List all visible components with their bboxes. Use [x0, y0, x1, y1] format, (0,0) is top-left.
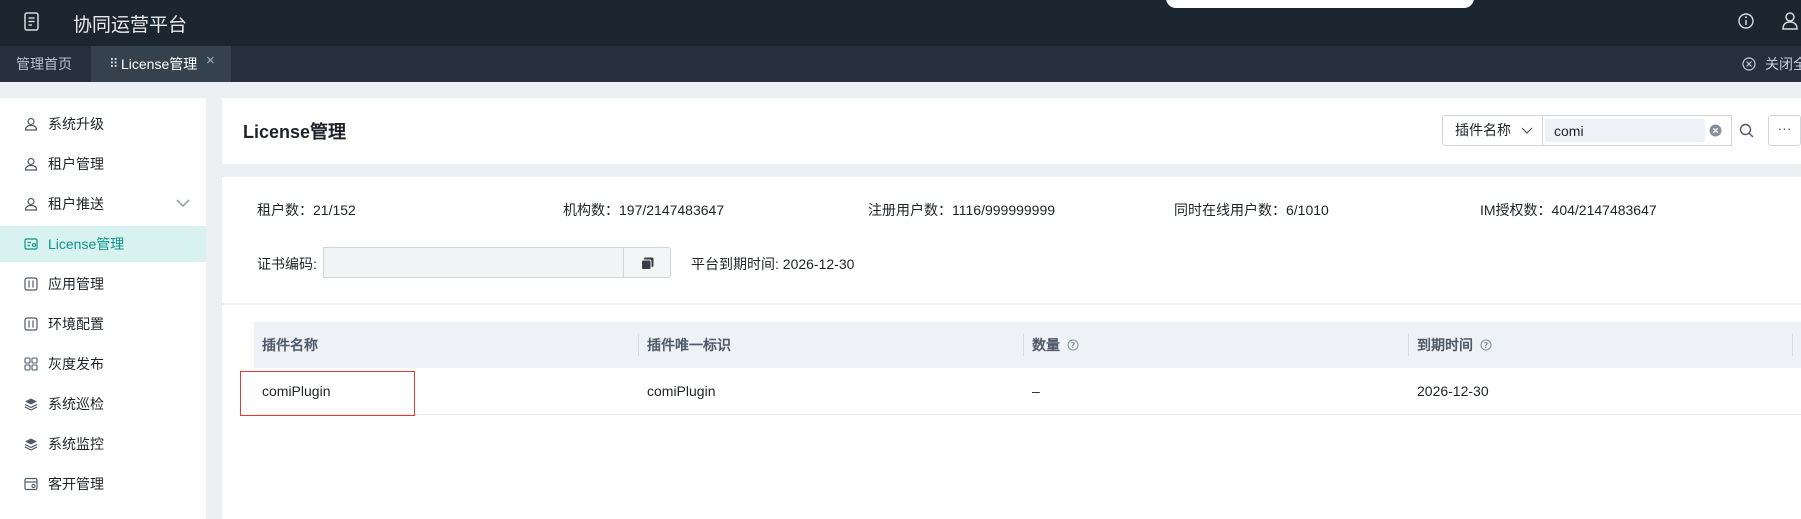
column-header-quantity: 数量 ?: [1024, 322, 1079, 368]
settings-window-icon: [24, 477, 38, 491]
stat-orgs: 机构数：197/2147483647: [563, 202, 725, 218]
app-title: 协同运营平台: [73, 15, 188, 36]
sidebar-item-label: License管理: [48, 236, 125, 252]
close-tab-icon[interactable]: ×: [206, 43, 215, 79]
sidebar-item-label: 系统巡检: [48, 396, 104, 412]
sidebar-item-label: 系统监控: [48, 436, 104, 452]
stat-concurrent-online: 同时在线用户数：6/1010: [1174, 202, 1329, 218]
chevron-down-icon[interactable]: [176, 198, 190, 208]
user-icon: [24, 117, 38, 131]
sidebar-item-label: 客开管理: [48, 476, 104, 492]
column-header-plugin-name: 插件名称: [262, 337, 318, 353]
plugin-table: 插件名称 插件唯一标识 数量 ? 到期时间 ? comiPlugin comiP…: [222, 305, 1801, 519]
stat-im-licenses: IM授权数：404/2147483647: [1480, 202, 1657, 218]
close-circle-icon: [1742, 57, 1756, 71]
settings-sliders-icon: [24, 317, 38, 331]
more-icon: ···: [1777, 120, 1792, 136]
sidebar-item-label: 灰度发布: [48, 356, 104, 372]
stat-tenants: 租户数：21/152: [257, 202, 356, 218]
sidebar-item-gray-release[interactable]: 灰度发布: [0, 346, 206, 382]
sidebar-item-label: 租户推送: [48, 196, 104, 212]
layers-icon: [24, 398, 38, 411]
platform-expiry: 平台到期时间: 2026-12-30: [691, 256, 855, 272]
cell-plugin-id: comiPlugin: [647, 383, 716, 399]
sidebar-item-system-monitor[interactable]: 系统监控: [0, 426, 206, 462]
clear-icon[interactable]: [1709, 124, 1722, 137]
sidebar-item-tenant-push[interactable]: 租户推送: [0, 186, 206, 222]
cell-expiry: 2026-12-30: [1417, 383, 1489, 399]
svg-text:?: ?: [1484, 341, 1489, 350]
sidebar-item-app-management[interactable]: 应用管理: [0, 266, 206, 302]
sidebar-item-label: 应用管理: [48, 276, 104, 292]
tab-home[interactable]: 管理首页: [16, 46, 72, 82]
search-box: [1543, 115, 1732, 146]
cert-code-label: 证书编码:: [257, 256, 317, 272]
search-field-value: 插件名称: [1455, 122, 1511, 138]
help-icon[interactable]: ?: [1480, 339, 1492, 351]
chevron-down-icon: [1521, 127, 1533, 134]
sidebar-item-env-config[interactable]: 环境配置: [0, 306, 206, 342]
license-icon: [24, 238, 38, 250]
table-header: 插件名称 插件唯一标识 数量 ? 到期时间 ?: [254, 322, 1801, 368]
more-actions-button[interactable]: ···: [1768, 115, 1801, 146]
drag-handle-icon[interactable]: ⠿: [109, 46, 118, 82]
user-icon: [24, 157, 38, 171]
column-header-expiry: 到期时间 ?: [1409, 322, 1492, 368]
user-icon: [24, 197, 38, 211]
sidebar-item-label: 系统升级: [48, 116, 104, 132]
copy-icon: [641, 257, 654, 270]
page-header: License管理 插件名称 ···: [222, 98, 1801, 164]
help-icon[interactable]: ?: [1067, 339, 1079, 351]
grid-icon: [24, 357, 38, 371]
layers-icon: [24, 438, 38, 451]
sidebar-item-system-inspection[interactable]: 系统巡检: [0, 386, 206, 422]
license-summary: 租户数：21/152 机构数：197/2147483647 注册用户数：1116…: [222, 177, 1801, 303]
sidebar-item-custom-dev[interactable]: 客开管理: [0, 466, 206, 502]
copy-button[interactable]: [624, 247, 671, 278]
tab-license-management[interactable]: ⠿ License管理 ×: [91, 46, 231, 82]
table-row[interactable]: comiPlugin comiPlugin – 2026-12-30: [254, 368, 1801, 415]
search-input[interactable]: [1545, 119, 1705, 142]
tab-label: License管理: [121, 56, 198, 72]
highlight-annotation: [240, 371, 415, 416]
tab-bar: 管理首页 ⠿ License管理 ×: [0, 46, 1801, 82]
cell-quantity: –: [1032, 383, 1040, 399]
sidebar-item-license-management[interactable]: License管理: [0, 226, 206, 262]
search-icon: [1739, 123, 1754, 138]
top-bar: 协同运营平台: [0, 0, 1801, 46]
cert-code-field[interactable]: [323, 247, 624, 278]
sidebar-item-tenant-management[interactable]: 租户管理: [0, 146, 206, 182]
sidebar-item-label: 租户管理: [48, 156, 104, 172]
settings-sliders-icon: [24, 277, 38, 291]
page-title: License管理: [243, 122, 347, 142]
column-divider: [1792, 334, 1793, 356]
sidebar-item-label: 环境配置: [48, 316, 104, 332]
info-icon[interactable]: [1737, 12, 1755, 30]
svg-text:?: ?: [1071, 341, 1076, 350]
stat-registered-users: 注册用户数：1116/999999999: [868, 202, 1056, 218]
sidebar-item-system-upgrade[interactable]: 系统升级: [0, 106, 206, 142]
overlay-bar: [1166, 0, 1474, 8]
column-header-plugin-id: 插件唯一标识: [647, 337, 731, 353]
search-field-select[interactable]: 插件名称: [1442, 115, 1543, 146]
user-icon[interactable]: [1781, 11, 1799, 31]
sidebar: 系统升级 租户管理 租户推送 License管理 应用管理 环境配置 灰度发布 …: [0, 98, 206, 519]
document-icon[interactable]: [22, 11, 42, 33]
search-button[interactable]: [1732, 115, 1761, 146]
close-all-label: 关闭全部: [1765, 56, 1801, 72]
